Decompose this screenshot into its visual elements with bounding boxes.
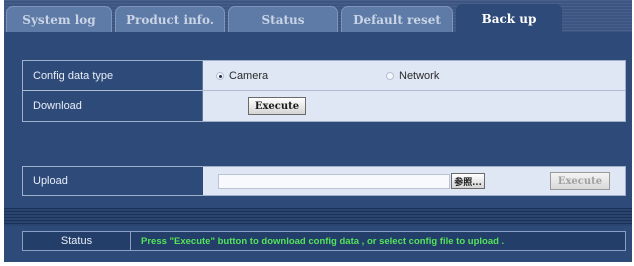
tab-bar: System log Product info. Status Default … (4, 0, 632, 32)
download-execute-button[interactable]: Execute (248, 97, 306, 115)
tab-back-up[interactable]: Back up (456, 4, 562, 32)
radio-camera-label: Camera (229, 70, 269, 82)
status-bar: Status Press "Execute" button to downloa… (22, 231, 626, 251)
section-divider (4, 208, 632, 226)
maintenance-window: System log Product info. Status Default … (4, 0, 632, 262)
radio-network-label: Network (399, 70, 440, 82)
radio-camera-dot[interactable] (216, 72, 224, 80)
tab-default-reset[interactable]: Default reset (341, 6, 453, 32)
config-type-row: Config data type Camera Network (23, 61, 625, 91)
browse-button[interactable]: 参照... (451, 173, 485, 189)
download-label: Download (23, 91, 203, 121)
radio-camera[interactable]: Camera (216, 70, 268, 82)
radio-network[interactable]: Network (386, 70, 439, 82)
tab-system-log[interactable]: System log (6, 6, 112, 32)
config-type-label: Config data type (23, 61, 203, 90)
status-label: Status (23, 232, 131, 250)
upload-label: Upload (23, 167, 203, 195)
tab-status[interactable]: Status (228, 6, 338, 32)
upload-file-input[interactable] (218, 174, 450, 189)
config-panel: Config data type Camera Network Download… (22, 60, 626, 122)
download-row: Download Execute (23, 91, 625, 121)
status-message: Press "Execute" button to download confi… (141, 235, 505, 247)
tab-product-info[interactable]: Product info. (115, 6, 225, 32)
upload-row: Upload 参照... Execute (22, 166, 626, 196)
upload-execute-button[interactable]: Execute (550, 172, 610, 190)
radio-network-dot[interactable] (386, 72, 394, 80)
